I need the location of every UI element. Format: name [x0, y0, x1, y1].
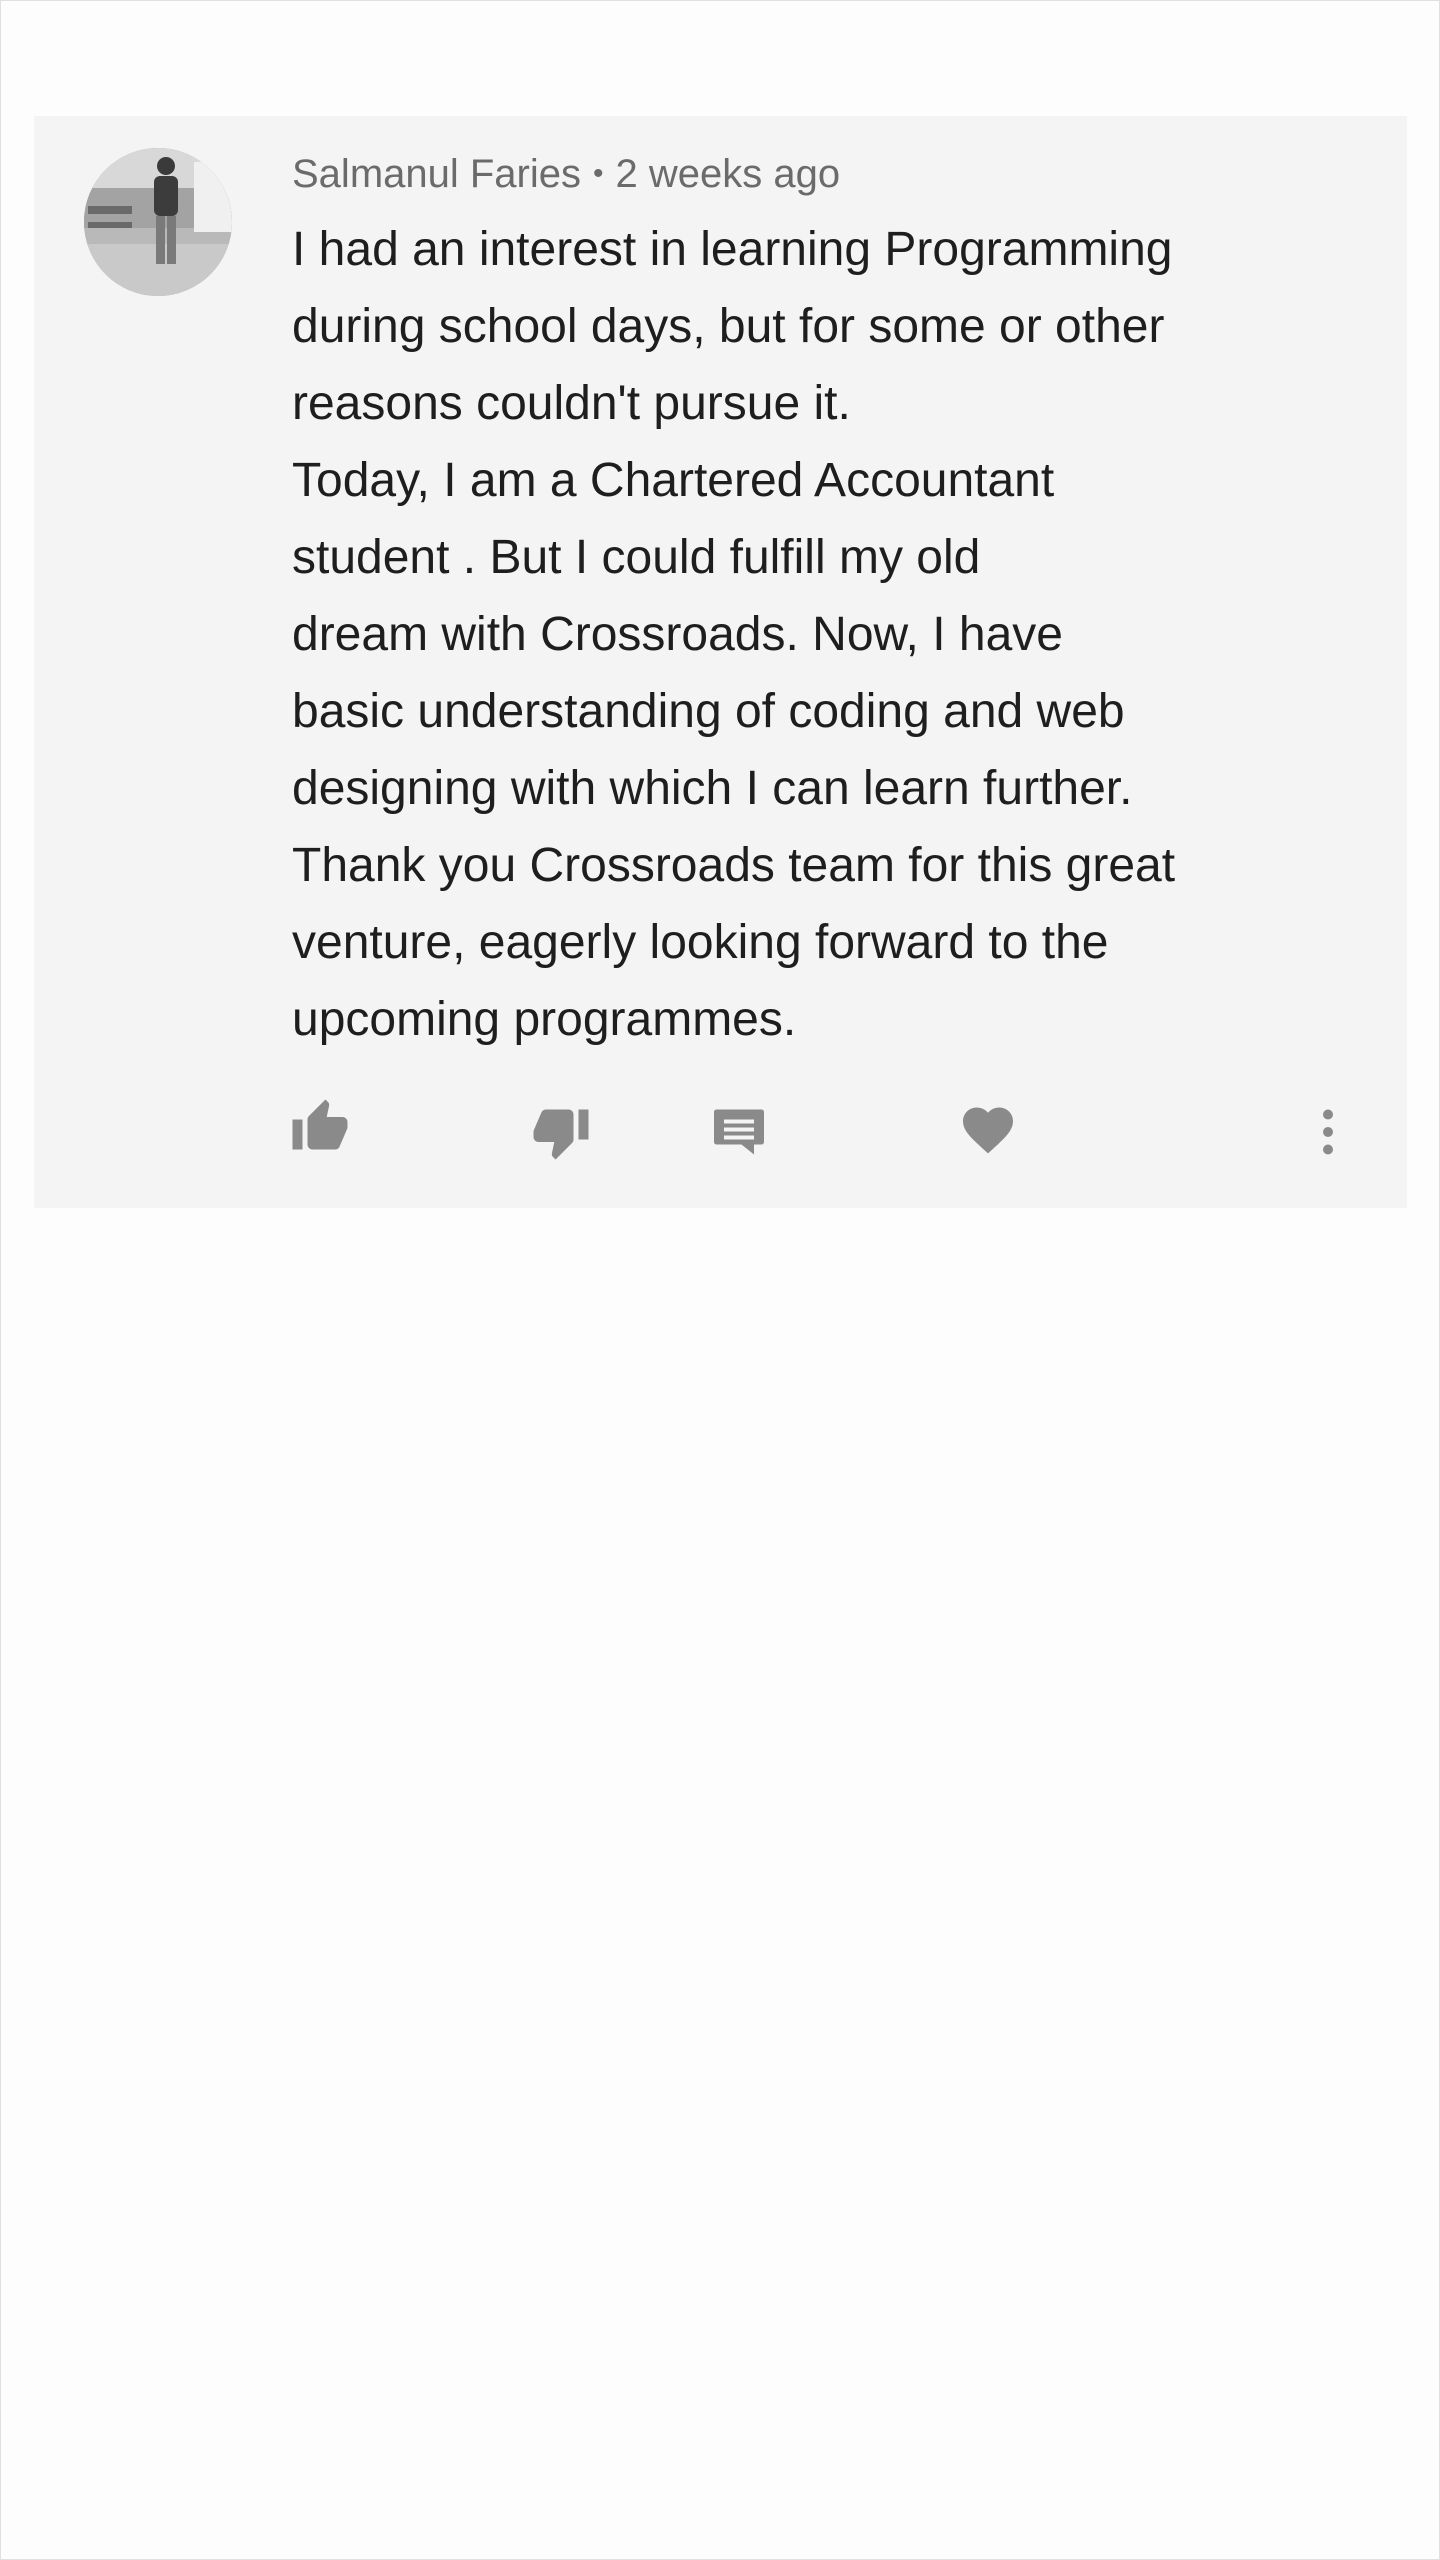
- heart-button[interactable]: [952, 1094, 1024, 1166]
- more-vertical-icon: [1323, 1109, 1333, 1155]
- comment-line: reasons couldn't pursue it.: [292, 377, 851, 430]
- comment-line: during school days, but for some or othe…: [292, 300, 1165, 353]
- heart-icon: [963, 1107, 1013, 1154]
- meta-separator: •: [593, 157, 604, 190]
- comment-line: designing with which I can learn further…: [292, 762, 1133, 815]
- thumbs-up-icon: [292, 1099, 348, 1150]
- reply-icon: [714, 1109, 764, 1155]
- comment-line: venture, eagerly looking forward to the: [292, 916, 1109, 969]
- comment-line: I had an interest in learning Programmin…: [292, 223, 1173, 276]
- comment-line: Thank you Crossroads team for this great: [292, 839, 1176, 892]
- comment-line: Today, I am a Chartered Accountant: [292, 454, 1055, 507]
- thumbs-down-icon: [533, 1109, 589, 1160]
- comment-line: upcoming programmes.: [292, 993, 797, 1046]
- comment-meta: Salmanul Faries • 2 weeks ago: [292, 144, 840, 204]
- comment-card: Salmanul Faries • 2 weeks ago I had an int…: [34, 116, 1407, 1208]
- comment-line: student . But I could fulfill my old: [292, 531, 981, 584]
- avatar-photo: [84, 148, 232, 296]
- page-frame: Salmanul Faries • 2 weeks ago I had an int…: [0, 0, 1440, 2560]
- like-button[interactable]: [284, 1091, 356, 1163]
- comment-line: basic understanding of coding and web: [292, 685, 1125, 738]
- comment-body: I had an interest in learning Programmin…: [292, 211, 1352, 1058]
- more-options-button[interactable]: [1292, 1096, 1364, 1168]
- avatar[interactable]: [84, 148, 232, 296]
- dislike-button[interactable]: [525, 1096, 597, 1168]
- reply-button[interactable]: [703, 1096, 775, 1168]
- author-name[interactable]: Salmanul Faries: [292, 152, 581, 196]
- comment-line: dream with Crossroads. Now, I have: [292, 608, 1063, 661]
- comment-timestamp: 2 weeks ago: [615, 152, 841, 196]
